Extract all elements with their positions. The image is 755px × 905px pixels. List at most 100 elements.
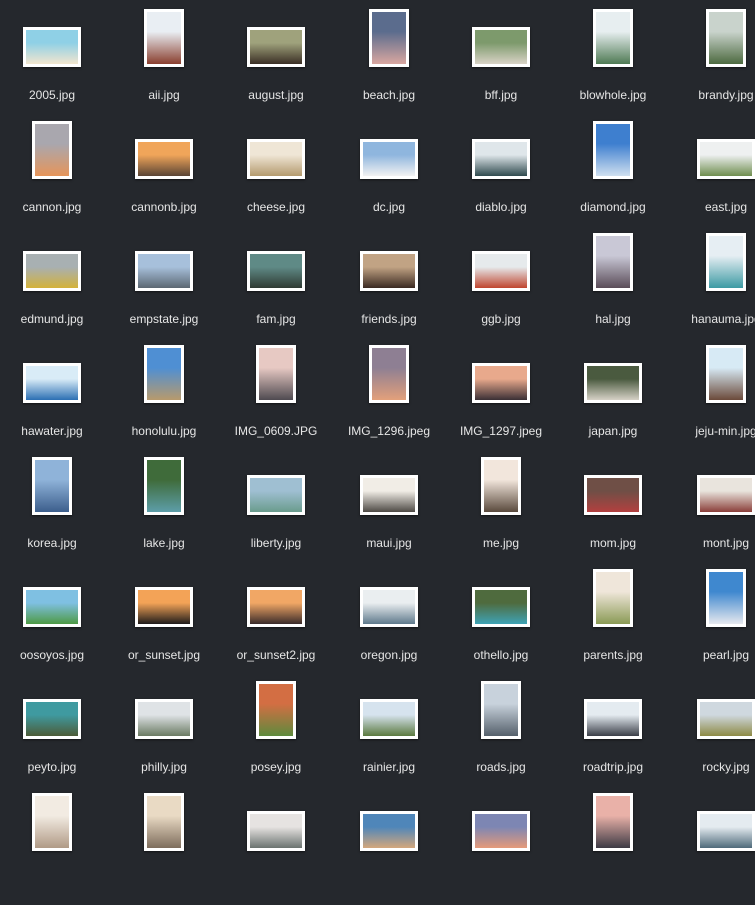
image-thumbnail[interactable] <box>360 811 418 851</box>
file-item[interactable]: diamond.jpg <box>557 121 669 233</box>
file-item[interactable]: ggb.jpg <box>445 233 557 345</box>
file-item[interactable]: blowhole.jpg <box>557 9 669 121</box>
file-item[interactable] <box>670 793 755 905</box>
file-item[interactable]: pearl.jpg <box>670 569 755 681</box>
file-item[interactable]: peyto.jpg <box>0 681 108 793</box>
image-thumbnail[interactable] <box>697 139 755 179</box>
file-item[interactable]: jeju-min.jpg <box>670 345 755 457</box>
file-item[interactable]: korea.jpg <box>0 457 108 569</box>
file-item[interactable]: east.jpg <box>670 121 755 233</box>
image-thumbnail[interactable] <box>593 121 633 179</box>
image-thumbnail[interactable] <box>584 363 642 403</box>
image-thumbnail[interactable] <box>32 793 72 851</box>
image-thumbnail[interactable] <box>593 793 633 851</box>
image-thumbnail[interactable] <box>481 681 521 739</box>
image-thumbnail[interactable] <box>247 139 305 179</box>
image-thumbnail[interactable] <box>472 139 530 179</box>
image-thumbnail[interactable] <box>593 233 633 291</box>
image-thumbnail[interactable] <box>135 587 193 627</box>
file-item[interactable]: rocky.jpg <box>670 681 755 793</box>
image-thumbnail[interactable] <box>481 457 521 515</box>
image-thumbnail[interactable] <box>369 345 409 403</box>
image-thumbnail[interactable] <box>135 139 193 179</box>
image-thumbnail[interactable] <box>593 9 633 67</box>
image-thumbnail[interactable] <box>23 699 81 739</box>
file-item[interactable]: fam.jpg <box>220 233 332 345</box>
image-thumbnail[interactable] <box>247 587 305 627</box>
image-thumbnail[interactable] <box>23 363 81 403</box>
file-item[interactable]: cannonb.jpg <box>108 121 220 233</box>
file-item[interactable]: bff.jpg <box>445 9 557 121</box>
file-item[interactable]: or_sunset2.jpg <box>220 569 332 681</box>
file-item[interactable]: philly.jpg <box>108 681 220 793</box>
file-item[interactable]: lake.jpg <box>108 457 220 569</box>
image-thumbnail[interactable] <box>144 345 184 403</box>
image-thumbnail[interactable] <box>23 587 81 627</box>
file-item[interactable]: hal.jpg <box>557 233 669 345</box>
file-item[interactable] <box>333 793 445 905</box>
image-thumbnail[interactable] <box>144 793 184 851</box>
image-thumbnail[interactable] <box>472 27 530 67</box>
file-item[interactable]: edmund.jpg <box>0 233 108 345</box>
image-thumbnail[interactable] <box>697 475 755 515</box>
image-thumbnail[interactable] <box>23 251 81 291</box>
image-thumbnail[interactable] <box>706 345 746 403</box>
file-item[interactable]: othello.jpg <box>445 569 557 681</box>
image-thumbnail[interactable] <box>32 457 72 515</box>
image-thumbnail[interactable] <box>32 121 72 179</box>
file-item[interactable]: IMG_1297.jpeg <box>445 345 557 457</box>
image-thumbnail[interactable] <box>144 9 184 67</box>
file-item[interactable]: posey.jpg <box>220 681 332 793</box>
image-thumbnail[interactable] <box>360 139 418 179</box>
file-item[interactable]: mont.jpg <box>670 457 755 569</box>
file-item[interactable]: liberty.jpg <box>220 457 332 569</box>
file-item[interactable]: brandy.jpg <box>670 9 755 121</box>
file-item[interactable]: aii.jpg <box>108 9 220 121</box>
file-item[interactable]: beach.jpg <box>333 9 445 121</box>
image-thumbnail[interactable] <box>360 251 418 291</box>
image-thumbnail[interactable] <box>247 811 305 851</box>
image-thumbnail[interactable] <box>135 699 193 739</box>
file-item[interactable]: august.jpg <box>220 9 332 121</box>
file-item[interactable]: maui.jpg <box>333 457 445 569</box>
image-thumbnail[interactable] <box>256 681 296 739</box>
image-thumbnail[interactable] <box>360 699 418 739</box>
file-item[interactable]: dc.jpg <box>333 121 445 233</box>
file-item[interactable]: diablo.jpg <box>445 121 557 233</box>
file-item[interactable] <box>0 793 108 905</box>
file-item[interactable]: japan.jpg <box>557 345 669 457</box>
file-item[interactable]: mom.jpg <box>557 457 669 569</box>
file-item[interactable]: oosoyos.jpg <box>0 569 108 681</box>
file-item[interactable]: empstate.jpg <box>108 233 220 345</box>
image-thumbnail[interactable] <box>697 811 755 851</box>
image-thumbnail[interactable] <box>247 27 305 67</box>
image-thumbnail[interactable] <box>706 9 746 67</box>
image-thumbnail[interactable] <box>472 363 530 403</box>
file-item[interactable]: friends.jpg <box>333 233 445 345</box>
image-thumbnail[interactable] <box>472 811 530 851</box>
file-item[interactable]: or_sunset.jpg <box>108 569 220 681</box>
image-thumbnail[interactable] <box>697 699 755 739</box>
file-item[interactable]: hanauma.jpg <box>670 233 755 345</box>
image-thumbnail[interactable] <box>706 233 746 291</box>
file-item[interactable]: 2005.jpg <box>0 9 108 121</box>
file-item[interactable]: cannon.jpg <box>0 121 108 233</box>
image-thumbnail[interactable] <box>135 251 193 291</box>
file-item[interactable]: honolulu.jpg <box>108 345 220 457</box>
file-item[interactable] <box>108 793 220 905</box>
file-item[interactable]: IMG_0609.JPG <box>220 345 332 457</box>
file-item[interactable]: parents.jpg <box>557 569 669 681</box>
file-item[interactable]: rainier.jpg <box>333 681 445 793</box>
image-thumbnail[interactable] <box>247 251 305 291</box>
image-thumbnail[interactable] <box>360 475 418 515</box>
file-item[interactable] <box>445 793 557 905</box>
image-thumbnail[interactable] <box>256 345 296 403</box>
file-item[interactable]: cheese.jpg <box>220 121 332 233</box>
file-item[interactable]: oregon.jpg <box>333 569 445 681</box>
image-thumbnail[interactable] <box>369 9 409 67</box>
image-thumbnail[interactable] <box>360 587 418 627</box>
image-thumbnail[interactable] <box>144 457 184 515</box>
image-thumbnail[interactable] <box>584 475 642 515</box>
image-thumbnail[interactable] <box>23 27 81 67</box>
image-thumbnail[interactable] <box>247 475 305 515</box>
